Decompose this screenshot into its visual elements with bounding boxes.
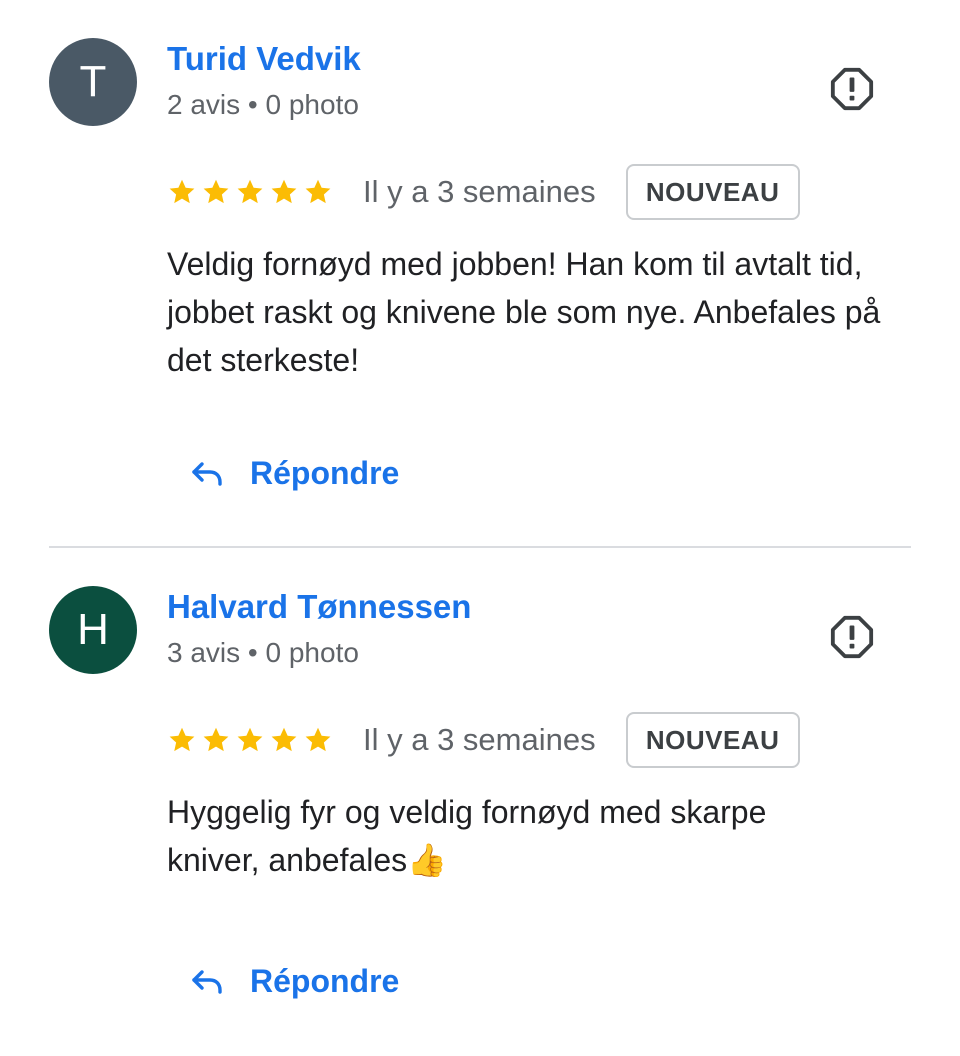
reply-icon: [192, 462, 222, 486]
star-icon: [169, 727, 195, 752]
star-icon: [237, 727, 263, 752]
reply-icon: [192, 970, 222, 994]
review-text: Hyggelig fyr og veldig fornøyd med skarp…: [167, 794, 767, 878]
reviewer-name[interactable]: Halvard Tønnessen: [167, 588, 471, 626]
star-icon: [305, 727, 331, 752]
rating-row: Il y a 3 semaines NOUVEAU: [167, 162, 800, 222]
new-badge: NOUVEAU: [625, 164, 800, 220]
review-date: Il y a 3 semaines: [363, 174, 596, 209]
reply-label: Répondre: [250, 962, 400, 999]
review-card: H Halvard Tønnessen 3 avis • 0 photo Il …: [0, 548, 960, 1056]
report-icon[interactable]: [829, 614, 875, 660]
star-icon: [203, 727, 229, 752]
star-rating: [167, 725, 333, 755]
review-card: T Turid Vedvik 2 avis • 0 photo Il y a 3…: [0, 0, 960, 548]
reviewer-name[interactable]: Turid Vedvik: [167, 40, 361, 78]
star-icon: [237, 179, 263, 204]
reply-button[interactable]: Répondre: [190, 450, 399, 496]
reply-button[interactable]: Répondre: [190, 958, 399, 1004]
star-icon: [305, 179, 331, 204]
star-rating: [167, 177, 333, 207]
reviewer-stats: 3 avis • 0 photo: [167, 637, 359, 668]
star-icon: [271, 727, 297, 752]
new-badge: NOUVEAU: [625, 712, 800, 768]
avatar[interactable]: H: [49, 586, 137, 674]
rating-row: Il y a 3 semaines NOUVEAU: [167, 710, 800, 770]
report-icon[interactable]: [829, 66, 875, 112]
review-text: Veldig fornøyd med jobben! Han kom til a…: [167, 246, 881, 378]
avatar[interactable]: T: [49, 38, 137, 126]
reviewer-stats: 2 avis • 0 photo: [167, 89, 359, 120]
star-icon: [169, 179, 195, 204]
star-icon: [271, 179, 297, 204]
review-date: Il y a 3 semaines: [363, 722, 596, 757]
reply-label: Répondre: [250, 454, 400, 491]
star-icon: [203, 179, 229, 204]
